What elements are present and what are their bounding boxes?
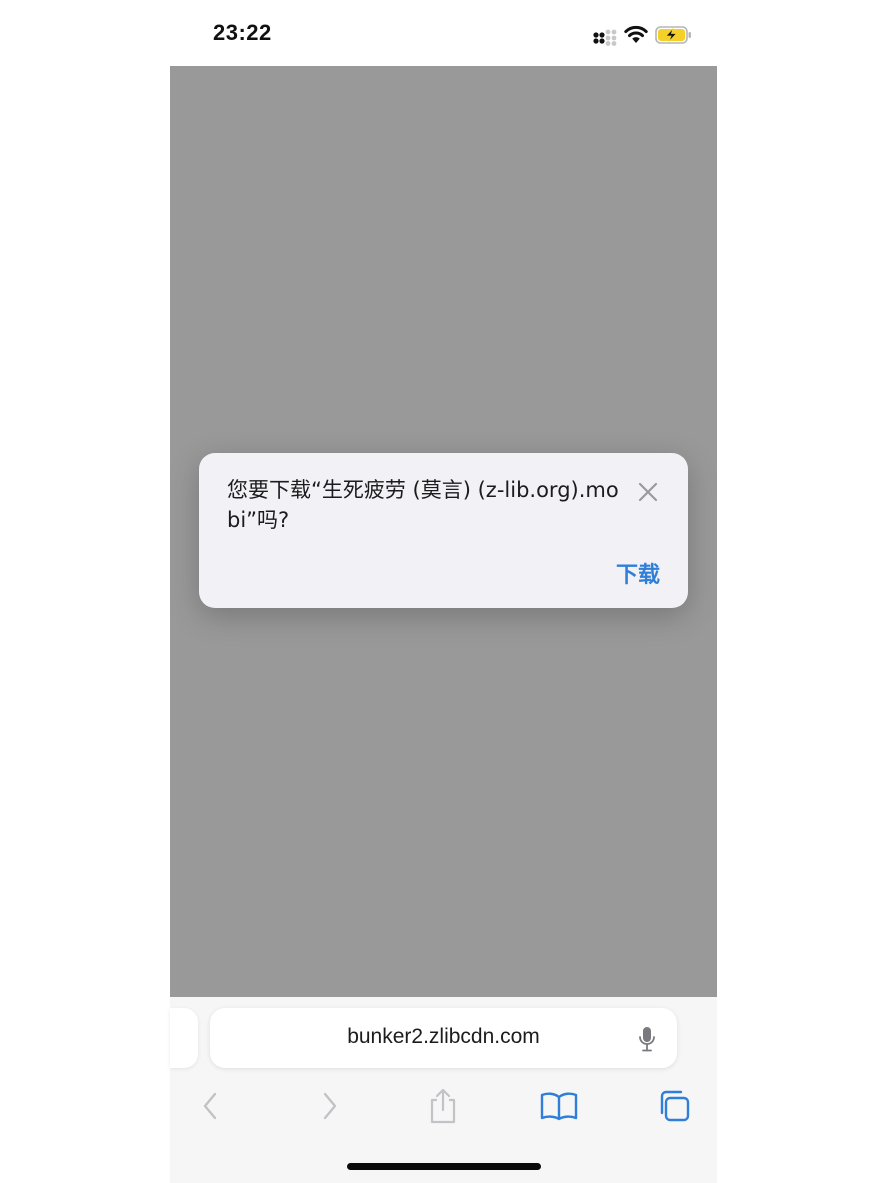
download-dialog: 您要下载“生死疲劳 (莫言) (z-lib.org).mobi”吗? 下载 — [199, 453, 688, 608]
tabs-icon — [660, 1090, 690, 1122]
tabs-button[interactable] — [654, 1086, 694, 1126]
bookmarks-button[interactable] — [539, 1086, 579, 1126]
forward-button[interactable] — [309, 1086, 349, 1126]
home-indicator[interactable] — [347, 1163, 541, 1170]
previous-tab-preview[interactable] — [170, 1008, 198, 1068]
battery-charging-icon — [655, 26, 691, 44]
back-button[interactable] — [191, 1086, 231, 1126]
browser-bottom-bar: bunker2.zlibcdn.com — [170, 997, 717, 1183]
share-button[interactable] — [423, 1086, 463, 1126]
address-bar[interactable]: bunker2.zlibcdn.com — [210, 1008, 677, 1068]
share-icon — [430, 1088, 456, 1124]
cellular-signal-icon — [593, 29, 617, 46]
book-icon — [540, 1092, 578, 1121]
chevron-right-icon — [323, 1092, 337, 1120]
wifi-icon — [624, 25, 648, 43]
download-button[interactable]: 下载 — [616, 557, 660, 589]
address-text: bunker2.zlibcdn.com — [347, 1025, 540, 1048]
safari-screen: 23:22 您要下载“生死疲劳 (莫言) (z-lib.org).mobi”吗?… — [0, 0, 887, 1183]
microphone-icon[interactable] — [637, 1025, 657, 1053]
dialog-message: 您要下载“生死疲劳 (莫言) (z-lib.org).mobi”吗? — [227, 478, 619, 532]
close-icon[interactable] — [635, 479, 661, 505]
chevron-left-icon — [203, 1092, 217, 1120]
status-time: 23:22 — [213, 20, 272, 45]
